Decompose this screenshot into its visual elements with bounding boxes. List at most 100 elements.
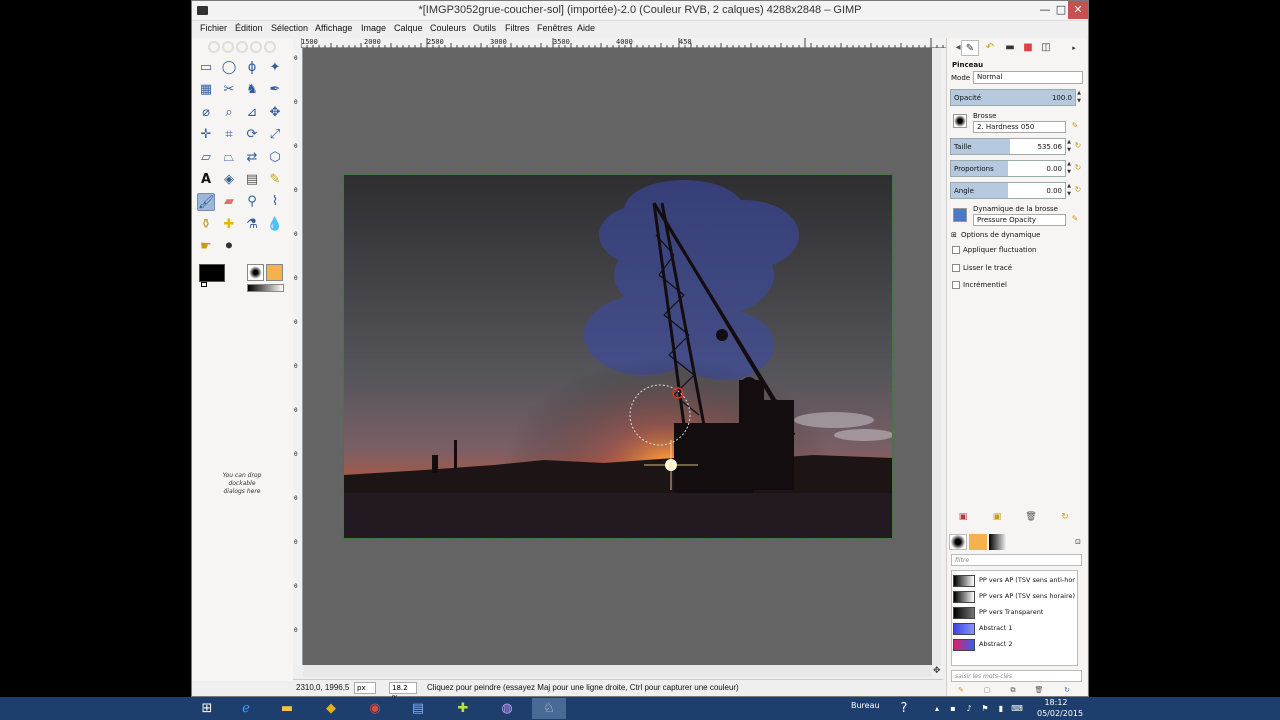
perspective-clone-icon[interactable]: ⚗ [243,216,261,234]
clone-icon[interactable]: ⚱ [197,216,215,234]
size-spin[interactable]: ▲ ▼ [1066,138,1072,155]
ruler-left[interactable]: 0 0 0 0 0 0 0 0 0 0 0 0 0 0 [293,48,303,665]
flip-icon[interactable]: ⇄ [243,149,261,167]
mode-select[interactable]: Normal [973,71,1083,84]
size-slider[interactable]: Taille 535.06 [950,138,1066,155]
canvas-area[interactable] [303,48,932,665]
dodge-burn-icon[interactable]: ⚫ [220,238,238,256]
gradient-preview[interactable] [247,284,284,292]
fuzzy-select-icon[interactable]: ✦ [266,59,284,77]
paintbrush-icon[interactable]: 🖌 [197,193,215,211]
shear-icon[interactable]: ▱ [197,149,215,167]
brushes-tab-icon[interactable] [949,534,967,550]
brush-preview[interactable] [247,264,264,281]
new-gradient-icon[interactable]: ▢ [981,684,993,696]
gradients-tab-icon[interactable] [989,534,1007,550]
dynamics-icon[interactable] [953,208,967,222]
photo-sunset-crane[interactable] [344,175,893,539]
gradient-tags-input[interactable]: saisir les mots-clés [951,670,1082,682]
help-icon[interactable]: ? [890,698,918,719]
delete-gradient-icon[interactable]: 🗑 [1033,684,1045,696]
apply-jitter-checkbox[interactable] [952,246,960,254]
proportions-reset-icon[interactable]: ↻ [1073,163,1083,173]
tool-options-tab-icon[interactable]: ✎ [961,40,979,56]
gradient-filter-input[interactable]: filtre [951,554,1082,566]
edit-brush-icon[interactable]: ✎ [1070,121,1080,131]
tray-network-icon[interactable]: ▪ [946,698,960,719]
explorer-icon[interactable]: ▬ [270,698,304,719]
minimize-button[interactable]: — [1038,1,1052,19]
gradient-list-item[interactable]: PP vers AP (TSV sens horaire) [952,589,1077,605]
ellipse-select-icon[interactable]: ◯ [220,59,238,77]
cage-transform-icon[interactable]: ⬡ [266,149,284,167]
airbrush-icon[interactable]: ⚲ [243,193,261,211]
close-button[interactable]: ✕ [1068,1,1088,19]
color-select-icon[interactable]: ▦ [197,81,215,99]
scissors-icon[interactable]: ✂ [220,81,238,99]
expand-icon[interactable]: ⊞ [951,231,957,239]
tray-arrow-icon[interactable]: ▴ [930,698,944,719]
gradient-list-item[interactable]: PP vers AP (TSV sens anti-hor [952,573,1077,589]
ie-icon[interactable]: ℯ [229,698,263,719]
pencil-icon[interactable]: ✎ [266,171,284,189]
tray-desktop-label[interactable]: Bureau [851,701,880,710]
proportions-slider[interactable]: Proportions 0.00 [950,160,1066,177]
restore-options-icon[interactable]: ▣ [991,511,1003,523]
tray-keyboard-icon[interactable]: ⌨ [1010,698,1024,719]
title-bar[interactable]: *[IMGP3052grue-coucher-sol] (importée)-2… [192,1,1088,21]
gimp-taskbar-icon[interactable]: ♘ [532,698,566,719]
dynamics-options-expander[interactable]: Options de dynamique [961,231,1040,239]
default-colors-icon[interactable] [201,282,207,287]
image-canvas[interactable] [343,174,893,539]
measure-icon[interactable]: ⊿ [243,104,261,122]
bucket-fill-icon[interactable]: ◈ [220,171,238,189]
angle-reset-icon[interactable]: ↻ [1073,185,1083,195]
incremental-checkbox[interactable] [952,281,960,289]
puzzle-icon[interactable]: ✚ [446,698,480,719]
edit-gradient-icon[interactable]: ✎ [955,684,967,696]
foreground-select-icon[interactable]: ♞ [243,81,261,99]
menu-affichage[interactable]: Affichage [315,23,352,33]
patterns-tab-icon[interactable] [969,534,987,550]
pattern-preview[interactable] [266,264,283,281]
duplicate-gradient-icon[interactable]: ⧉ [1007,684,1019,696]
media-icon[interactable]: ◍ [490,698,524,719]
text-icon[interactable]: A [197,171,215,189]
zoom-select[interactable]: 18.2 % [389,682,417,702]
layers-tab-icon[interactable]: ◫ [1037,40,1055,56]
smooth-stroke-checkbox[interactable] [952,264,960,272]
brush-name-field[interactable]: 2. Hardness 050 [973,121,1066,133]
zoom-icon[interactable]: ⌕ [220,104,238,122]
menu-fenetres[interactable]: Fenêtres [537,23,573,33]
heal-icon[interactable]: ✚ [220,216,238,234]
smudge-icon[interactable]: ☛ [197,238,215,256]
delete-options-icon[interactable]: 🗑 [1025,511,1037,523]
menu-fichier[interactable]: Fichier [200,23,227,33]
angle-spin[interactable]: ▲ ▼ [1066,182,1072,199]
ink-icon[interactable]: ⌇ [266,193,284,211]
gradient-list-item[interactable]: PP vers Transparent [952,605,1077,621]
images-tab-icon[interactable]: ■ [1019,40,1037,56]
foreground-color-swatch[interactable] [199,264,225,282]
opacity-slider[interactable]: Opacité 100.0 [950,89,1076,106]
color-picker-icon[interactable]: ⌀ [197,104,215,122]
gradient-list-item[interactable]: Abstract 1 [952,621,1077,637]
paths-icon[interactable]: ✒ [266,81,284,99]
opacity-spin[interactable]: ▲ ▼ [1076,89,1082,106]
menu-outils[interactable]: Outils [473,23,496,33]
edit-dynamics-icon[interactable]: ✎ [1070,214,1080,224]
horizontal-scrollbar[interactable] [303,665,932,677]
vertical-scrollbar[interactable] [932,48,941,665]
reset-options-icon[interactable]: ↻ [1059,511,1071,523]
angle-slider[interactable]: Angle 0.00 [950,182,1066,199]
scale-icon[interactable]: ⤢ [266,126,284,144]
device-status-tab-icon[interactable]: ▬ [1001,40,1019,56]
start-button-icon[interactable]: ⊞ [190,698,224,719]
perspective-icon[interactable]: ⏢ [220,149,238,167]
chrome-icon[interactable]: ◉ [358,698,392,719]
menu-filtres[interactable]: Filtres [505,23,530,33]
tray-volume-icon[interactable]: ♪ [962,698,976,719]
dynamics-field[interactable]: Pressure Opacity [973,214,1066,226]
dock-config-icon[interactable]: ⊡ [1069,534,1087,550]
move-icon[interactable]: ✥ [266,104,284,122]
